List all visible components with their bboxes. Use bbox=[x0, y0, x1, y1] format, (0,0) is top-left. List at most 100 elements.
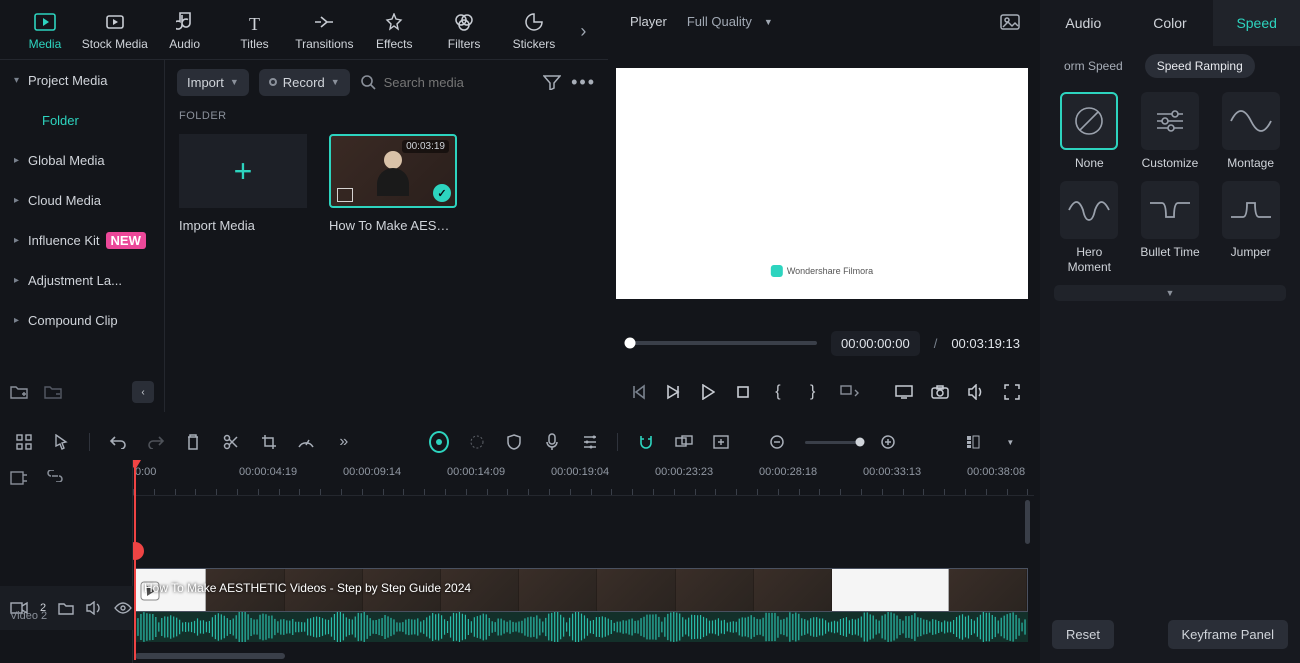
transitions-icon bbox=[313, 11, 335, 33]
player-controls: { } bbox=[616, 372, 1034, 412]
new-folder-icon[interactable] bbox=[10, 384, 28, 400]
marker-add-icon[interactable] bbox=[712, 432, 732, 452]
scrub-bar[interactable] bbox=[630, 341, 817, 345]
tab-media[interactable]: Media bbox=[10, 6, 80, 56]
sidebar-item-influence-kit[interactable]: Influence KitNEW bbox=[0, 220, 164, 260]
preset-customize[interactable]: Customize bbox=[1135, 92, 1206, 171]
crop-icon[interactable] bbox=[259, 432, 279, 452]
preset-montage[interactable]: Montage bbox=[1215, 92, 1286, 171]
marker-dropdown[interactable] bbox=[839, 382, 859, 402]
mute-track-icon[interactable] bbox=[86, 601, 102, 615]
preset-none[interactable]: None bbox=[1054, 92, 1125, 171]
video-preview[interactable]: Wondershare Filmora bbox=[616, 68, 1028, 299]
speed-icon[interactable] bbox=[296, 432, 316, 452]
delete-icon[interactable] bbox=[183, 432, 203, 452]
search-icon[interactable] bbox=[360, 74, 376, 90]
collapse-sidebar-button[interactable]: ‹ bbox=[132, 381, 154, 403]
link-icon[interactable] bbox=[674, 432, 694, 452]
tab-stock-media[interactable]: Stock Media bbox=[80, 6, 150, 56]
camera-icon[interactable] bbox=[931, 382, 949, 402]
auto-ripple-icon[interactable] bbox=[10, 470, 28, 486]
tab-audio[interactable]: Audio bbox=[150, 6, 220, 56]
snapshot-icon[interactable] bbox=[1000, 14, 1020, 30]
vertical-scrollbar[interactable] bbox=[1025, 500, 1030, 544]
right-tab-color[interactable]: Color bbox=[1127, 0, 1214, 46]
tab-filters[interactable]: Filters bbox=[429, 6, 499, 56]
enhance-icon[interactable] bbox=[467, 432, 487, 452]
quality-dropdown[interactable]: Full Quality▼ bbox=[687, 14, 773, 29]
mic-icon[interactable] bbox=[542, 432, 562, 452]
undo-icon[interactable] bbox=[108, 432, 128, 452]
left-sidebar: Project Media Folder Global Media Cloud … bbox=[0, 60, 165, 412]
tab-stickers[interactable]: Stickers bbox=[499, 6, 569, 56]
prev-frame-icon[interactable] bbox=[630, 382, 647, 402]
audio-clip[interactable] bbox=[135, 612, 1028, 642]
preset-bullet-time[interactable]: Bullet Time bbox=[1135, 181, 1206, 275]
play-icon[interactable] bbox=[700, 382, 717, 402]
timeline-ruler[interactable]: 0:0000:00:04:1900:00:09:1400:00:14:0900:… bbox=[133, 460, 1034, 496]
mark-out-icon[interactable]: } bbox=[804, 382, 821, 402]
subtab-uniform-speed[interactable]: orm Speed bbox=[1052, 54, 1135, 78]
media-clip-card[interactable]: 00:03:19 ✓ How To Make AESTHE... bbox=[329, 134, 457, 233]
search-input[interactable] bbox=[384, 75, 524, 90]
sidebar-item-compound-clip[interactable]: Compound Clip bbox=[0, 300, 164, 340]
display-icon[interactable] bbox=[895, 382, 913, 402]
expand-presets[interactable]: ▼ bbox=[1054, 285, 1286, 301]
preset-hero-moment[interactable]: Hero Moment bbox=[1054, 181, 1125, 275]
effects-icon bbox=[383, 11, 405, 33]
hide-track-icon[interactable] bbox=[114, 602, 132, 614]
magnet-icon[interactable] bbox=[636, 432, 656, 452]
track-view-dd[interactable]: ▼ bbox=[1000, 432, 1020, 452]
fullscreen-icon[interactable] bbox=[1003, 382, 1020, 402]
sidebar-item-project-media[interactable]: Project Media bbox=[0, 60, 164, 100]
remove-folder-icon[interactable] bbox=[44, 384, 62, 400]
shield-icon[interactable] bbox=[504, 432, 524, 452]
zoom-slider[interactable] bbox=[805, 441, 860, 444]
tab-titles[interactable]: T Titles bbox=[220, 6, 290, 56]
more-icon[interactable]: ••• bbox=[571, 72, 596, 93]
tab-transitions[interactable]: Transitions bbox=[289, 6, 359, 56]
mixer-icon[interactable] bbox=[580, 432, 600, 452]
split-icon[interactable] bbox=[221, 432, 241, 452]
filter-icon[interactable] bbox=[543, 74, 561, 90]
plus-icon: + bbox=[234, 153, 253, 190]
sidebar-item-folder[interactable]: Folder bbox=[0, 100, 164, 140]
import-media-card[interactable]: + Import Media bbox=[179, 134, 307, 233]
redo-icon[interactable] bbox=[146, 432, 166, 452]
track-view-icon[interactable] bbox=[963, 432, 983, 452]
zoom-out-icon[interactable] bbox=[767, 432, 787, 452]
ai-icon[interactable] bbox=[429, 432, 449, 452]
scrub-row: 00:00:00:00 / 00:03:19:13 bbox=[616, 315, 1034, 373]
zoom-in-icon[interactable] bbox=[878, 432, 898, 452]
more-tools-icon[interactable]: » bbox=[334, 432, 354, 452]
filters-icon bbox=[453, 11, 475, 33]
folder-track-icon[interactable] bbox=[58, 602, 74, 615]
reset-button[interactable]: Reset bbox=[1052, 620, 1114, 649]
sidebar-item-global-media[interactable]: Global Media bbox=[0, 140, 164, 180]
nav-more[interactable]: › bbox=[569, 6, 598, 56]
import-dropdown[interactable]: Import▼ bbox=[177, 69, 249, 96]
step-back-icon[interactable] bbox=[665, 382, 682, 402]
keyframe-panel-button[interactable]: Keyframe Panel bbox=[1168, 620, 1289, 649]
mark-in-icon[interactable]: { bbox=[769, 382, 786, 402]
stop-icon[interactable] bbox=[735, 382, 752, 402]
playhead[interactable] bbox=[134, 460, 136, 660]
video-clip[interactable]: How To Make AESTHETIC Videos - Step by S… bbox=[135, 568, 1028, 612]
horizontal-scrollbar[interactable] bbox=[135, 653, 285, 659]
volume-icon[interactable] bbox=[967, 382, 985, 402]
sidebar-item-cloud-media[interactable]: Cloud Media bbox=[0, 180, 164, 220]
right-tab-audio[interactable]: Audio bbox=[1040, 0, 1127, 46]
right-panel: Audio Color Speed orm Speed Speed Rampin… bbox=[1040, 0, 1300, 663]
right-tab-speed[interactable]: Speed bbox=[1213, 0, 1300, 46]
link-tracks-icon[interactable] bbox=[46, 470, 64, 486]
record-dropdown[interactable]: Record▼ bbox=[259, 69, 350, 96]
timeline-main[interactable]: 0:0000:00:04:1900:00:09:1400:00:14:0900:… bbox=[133, 460, 1034, 663]
preset-jumper[interactable]: Jumper bbox=[1215, 181, 1286, 275]
subtab-speed-ramping[interactable]: Speed Ramping bbox=[1145, 54, 1255, 78]
select-tool-icon[interactable] bbox=[52, 432, 72, 452]
media-grid: + Import Media 00:03:19 ✓ How To Make AE… bbox=[165, 128, 608, 239]
sidebar-item-adjustment-layer[interactable]: Adjustment La... bbox=[0, 260, 164, 300]
tab-effects[interactable]: Effects bbox=[359, 6, 429, 56]
current-time[interactable]: 00:00:00:00 bbox=[831, 331, 920, 356]
layout-icon[interactable] bbox=[14, 432, 34, 452]
